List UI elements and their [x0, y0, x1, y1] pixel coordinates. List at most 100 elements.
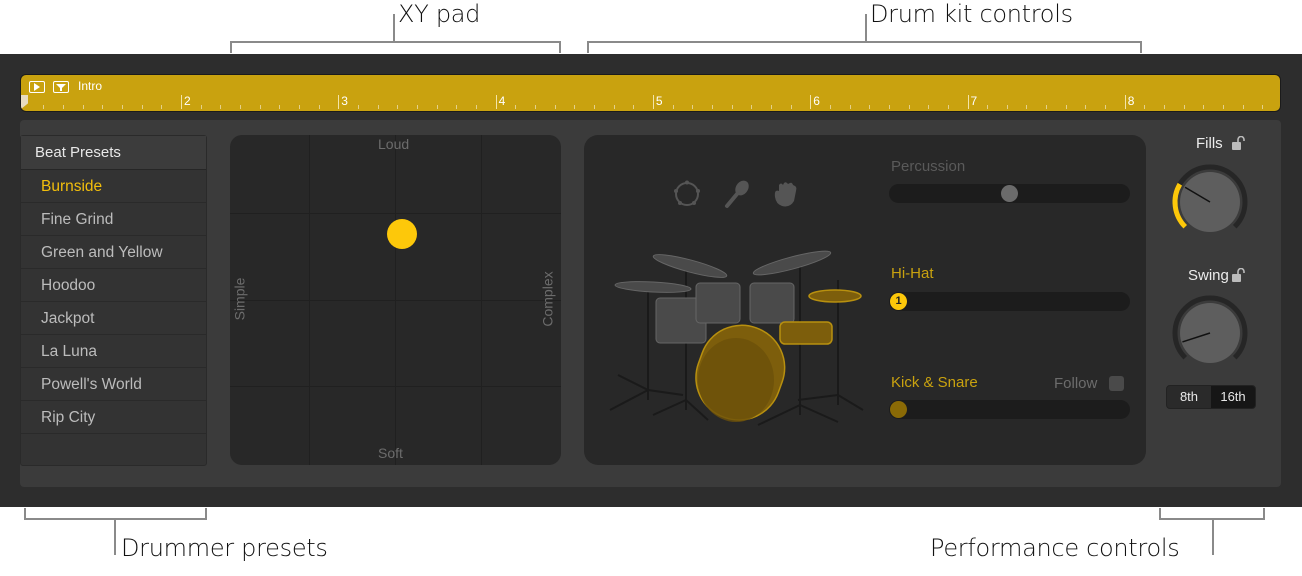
tambourine-icon[interactable] — [672, 179, 702, 209]
xy-label-loud: Loud — [378, 136, 410, 152]
ruler-tick — [574, 105, 576, 109]
drum-kit-illustration[interactable] — [598, 230, 878, 430]
ruler-tick — [318, 105, 320, 109]
ruler-tick — [672, 105, 674, 109]
fills-label: Fills — [1196, 135, 1223, 152]
percussion-slider[interactable] — [889, 184, 1130, 203]
ruler-tick — [220, 105, 222, 109]
note-resolution-8th[interactable]: 8th — [1167, 386, 1211, 408]
ruler-tick — [397, 105, 399, 109]
swing-unlock-icon[interactable] — [1232, 268, 1246, 282]
ruler-tick — [534, 105, 536, 109]
kick-snare-slider[interactable] — [889, 400, 1130, 419]
preset-item[interactable]: Fine Grind — [21, 203, 206, 236]
ruler-tick — [692, 105, 694, 109]
preset-item[interactable]: Hoodoo — [21, 269, 206, 302]
ruler-tick — [141, 105, 143, 109]
ruler-tick — [869, 105, 871, 109]
ruler-bar-number: 3 — [341, 94, 348, 108]
playhead-marker[interactable] — [21, 95, 28, 109]
ruler-tick — [1046, 105, 1048, 109]
percussion-slider-knob[interactable] — [1001, 185, 1018, 202]
ruler-tick — [122, 105, 123, 109]
ruler-bar-mark — [810, 95, 812, 109]
hihat-left-cymbal — [614, 281, 692, 293]
ruler-tick — [298, 105, 300, 109]
hihat-label: Hi-Hat — [891, 265, 934, 282]
ride-cymbal — [752, 250, 832, 276]
shaker-icon[interactable] — [722, 179, 752, 209]
region-play-button[interactable] — [29, 81, 45, 93]
ruler-tick — [43, 105, 45, 109]
ruler-tick — [200, 105, 202, 109]
hihat-cymbal-active — [808, 289, 862, 303]
ruler-tick — [928, 105, 930, 109]
drummer-editor: Intro 2 3 4 5 6 7 8 Beat Presets Burnside Fine … — [0, 54, 1302, 507]
region-header[interactable]: Intro 2 3 4 5 6 7 8 — [20, 74, 1281, 112]
fills-unlock-icon[interactable] — [1232, 136, 1246, 150]
callout-xy-pad: XY pad — [398, 0, 481, 28]
preset-item[interactable]: Powell's World — [21, 368, 206, 401]
drummer-panel: Beat Presets Burnside Fine Grind Green and… — [20, 120, 1281, 487]
ruler-tick — [456, 105, 458, 109]
callout-performance-controls: Performance controls — [930, 534, 1180, 562]
xy-pad[interactable]: Loud Soft Simple Complex — [230, 135, 561, 465]
preset-item[interactable]: La Luna — [21, 335, 206, 368]
follow-checkbox[interactable] — [1109, 376, 1124, 391]
hihat-slider[interactable]: 1 — [889, 292, 1130, 311]
ruler-tick — [1164, 105, 1166, 109]
ruler-tick — [711, 105, 713, 109]
ruler-bar-mark — [652, 95, 654, 109]
ruler-tick — [239, 105, 241, 109]
play-icon — [34, 83, 40, 91]
region-name: Intro — [78, 79, 103, 93]
ruler-tick — [593, 105, 595, 109]
preset-item[interactable]: Jackpot — [21, 302, 206, 335]
ruler-bar-mark — [495, 95, 497, 109]
ruler-tick — [908, 105, 910, 109]
snare-drum — [779, 321, 833, 345]
note-resolution-16th[interactable]: 16th — [1211, 386, 1255, 408]
xy-puck[interactable] — [387, 219, 418, 249]
hihat-slider-knob[interactable]: 1 — [890, 293, 907, 310]
kick-snare-slider-knob[interactable] — [890, 401, 907, 418]
ruler-tick — [1262, 105, 1264, 109]
ruler-bar-number: 2 — [184, 94, 191, 108]
swing-knob[interactable] — [1170, 293, 1250, 373]
swing-label: Swing — [1188, 267, 1229, 284]
xy-label-simple: Simple — [231, 277, 248, 321]
ruler-tick — [770, 105, 772, 109]
ruler-tick — [1144, 105, 1146, 109]
ruler-tick — [1085, 105, 1087, 109]
ruler-bar-number: 4 — [498, 94, 506, 108]
ruler-bar-mark — [181, 95, 182, 109]
rack-tom-left — [695, 282, 741, 324]
ruler-bar-mark — [338, 95, 340, 109]
ruler-tick — [1242, 105, 1244, 109]
rack-tom-right — [749, 282, 795, 324]
ruler-tick — [161, 105, 163, 109]
ruler-tick — [357, 105, 359, 109]
xy-grid-line — [230, 386, 561, 387]
follow-label: Follow — [1054, 375, 1098, 392]
xy-grid-line — [230, 213, 561, 214]
region-filter-button[interactable] — [53, 81, 69, 93]
ruler-tick — [1223, 105, 1225, 109]
ruler-tick — [987, 105, 989, 109]
ruler-tick — [1203, 105, 1205, 109]
xy-grid-line — [230, 300, 561, 301]
ruler-tick — [102, 105, 104, 109]
ruler-tick — [1183, 105, 1185, 109]
ruler-bar-mark — [967, 95, 969, 109]
preset-item[interactable]: Green and Yellow — [21, 236, 206, 269]
ruler-tick — [1105, 105, 1107, 109]
fills-knob[interactable] — [1170, 162, 1250, 242]
preset-item[interactable]: Rip City — [21, 401, 206, 434]
ruler-tick — [731, 105, 733, 109]
hand-clap-icon[interactable] — [770, 179, 800, 209]
beat-presets-header: Beat Presets — [21, 136, 206, 170]
ruler-bar-mark — [1124, 95, 1126, 109]
callout-xy-pad-stem — [393, 14, 395, 42]
preset-item[interactable]: Burnside — [21, 170, 206, 203]
ruler-tick — [416, 105, 418, 109]
